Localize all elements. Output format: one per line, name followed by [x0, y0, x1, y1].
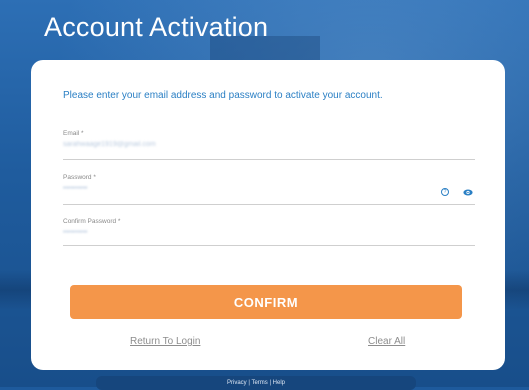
email-label: Email * — [63, 130, 84, 137]
footer-links[interactable]: Privacy | Terms | Help — [96, 376, 416, 390]
page-title: Account Activation — [44, 12, 269, 42]
email-field[interactable]: Email * sarahwaage1919@gmail.com — [63, 130, 475, 160]
email-input[interactable]: sarahwaage1919@gmail.com — [63, 141, 475, 153]
activation-card: Please enter your email address and pass… — [31, 60, 505, 370]
intro-text: Please enter your email address and pass… — [63, 90, 383, 101]
confirm-password-underline — [63, 245, 475, 246]
email-underline — [63, 159, 475, 160]
password-label: Password * — [63, 174, 96, 181]
return-to-login-link[interactable]: Return To Login — [130, 336, 200, 347]
password-underline — [63, 204, 475, 205]
help-circle-icon[interactable]: ? — [441, 188, 449, 196]
eye-icon[interactable] — [463, 189, 473, 196]
password-input[interactable]: •••••••••• — [63, 185, 475, 197]
confirm-button[interactable]: CONFIRM — [70, 285, 462, 319]
confirm-password-label: Confirm Password * — [63, 218, 121, 225]
confirm-password-field[interactable]: Confirm Password * •••••••••• — [63, 218, 475, 246]
confirm-password-input[interactable]: •••••••••• — [63, 229, 475, 241]
password-field[interactable]: Password * •••••••••• ? — [63, 174, 475, 205]
clear-all-link[interactable]: Clear All — [368, 336, 405, 347]
